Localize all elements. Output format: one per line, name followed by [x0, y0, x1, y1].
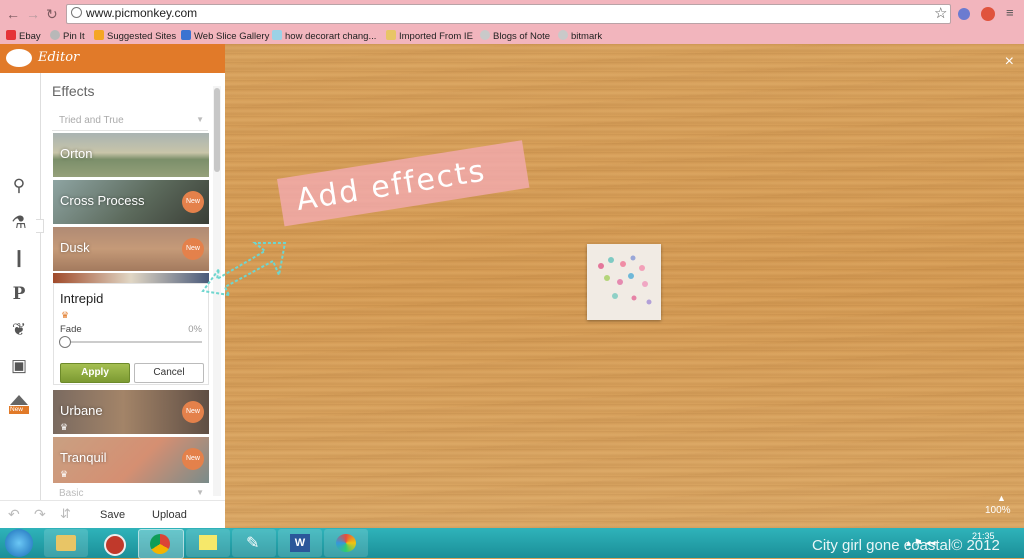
bookmark-suggested-sites[interactable]: Suggested Sites: [94, 30, 176, 42]
folder-icon: [386, 30, 396, 40]
page-icon: [71, 7, 82, 18]
pen-icon: ✎: [246, 535, 260, 552]
address-bar[interactable]: [66, 4, 951, 24]
tried-and-true-dropdown[interactable]: Tried and True ▼: [52, 112, 208, 131]
word-icon: W: [290, 534, 310, 552]
history-icon[interactable]: ⇵: [60, 506, 71, 522]
web-slice-icon: [181, 30, 191, 40]
effects-title: Effects: [52, 83, 95, 99]
touch-up-lipstick-icon[interactable]: ❙: [9, 248, 29, 268]
media-icon: [104, 534, 126, 556]
annotation-arrow-icon: [201, 242, 287, 297]
extension-icon[interactable]: [958, 8, 970, 20]
basic-edits-icon[interactable]: ⚲: [9, 176, 29, 196]
taskbar-chrome[interactable]: [138, 529, 184, 559]
editor-bottom-bar: ↶ ↷ ⇵ Save Upload: [0, 500, 225, 529]
forward-icon[interactable]: →: [26, 6, 40, 22]
crown-icon: ♛: [60, 469, 69, 479]
taskbar-word[interactable]: W: [278, 529, 322, 557]
taskbar-notes[interactable]: [186, 529, 230, 557]
effect-item-orton[interactable]: Orton: [53, 133, 209, 177]
fade-slider-knob[interactable]: [59, 336, 71, 348]
new-badge: New: [182, 401, 204, 423]
windows-taskbar: ✎ W ▴ ⚑ ◂◂ 21:35 City girl gone coastal©…: [0, 528, 1024, 559]
bookmark-blogs-of-note[interactable]: Blogs of Note: [480, 30, 550, 42]
stumbleupon-icon[interactable]: [981, 7, 995, 21]
taskbar-explorer[interactable]: [44, 529, 88, 557]
paint-palette-icon: [336, 534, 356, 552]
sidebar-scrollbar-thumb[interactable]: [214, 88, 220, 172]
globe-icon: [558, 30, 568, 40]
url-text[interactable]: www.picmonkey.com: [86, 6, 197, 20]
ebay-icon: [6, 30, 16, 40]
annotation-tape: Add effects: [277, 140, 530, 227]
bookmark-bitmark[interactable]: bitmark: [558, 30, 602, 42]
upload-button[interactable]: Upload: [152, 509, 187, 521]
chevron-down-icon: ▼: [196, 115, 204, 124]
menu-icon[interactable]: ≡: [1006, 5, 1014, 20]
effect-item-urbane[interactable]: Urbane New ♛: [53, 390, 209, 434]
pin-icon: [50, 30, 60, 40]
chrome-icon: [150, 534, 170, 554]
taskbar-media[interactable]: [92, 529, 136, 557]
photo-thumbnail[interactable]: [587, 244, 661, 320]
fade-value: 0%: [188, 324, 202, 335]
save-button[interactable]: Save: [100, 509, 125, 521]
apply-button[interactable]: Apply: [60, 363, 130, 383]
basic-dropdown[interactable]: Basic ▼: [52, 486, 208, 500]
watermark: City girl gone coastal© 2012: [812, 537, 1000, 554]
picmonkey-logo-icon: [6, 49, 32, 67]
effect-item-cross-process[interactable]: Cross Process New: [53, 180, 209, 224]
effect-item-dusk[interactable]: Dusk New: [53, 227, 209, 271]
editor-header: Editor: [0, 44, 225, 73]
start-button-icon[interactable]: [5, 529, 33, 557]
diy-icon: [272, 30, 282, 40]
crown-icon: ♛: [61, 310, 70, 320]
taskbar-paint[interactable]: [324, 529, 368, 557]
tool-column: ⚲ ⚗ ❙ P ❦ ▣ New: [0, 73, 44, 528]
chevron-down-icon: ▼: [196, 488, 204, 497]
new-badge: New: [182, 448, 204, 470]
bookmark-ebay[interactable]: Ebay: [6, 30, 41, 42]
zoom-up-icon[interactable]: ▲: [997, 493, 1006, 503]
bookmark-decorart[interactable]: how decorart chang...: [272, 30, 376, 42]
crown-icon: ♛: [60, 422, 69, 432]
undo-icon[interactable]: ↶: [8, 506, 20, 523]
suggested-sites-icon: [94, 30, 104, 40]
redo-icon[interactable]: ↷: [34, 506, 46, 523]
cancel-button[interactable]: Cancel: [134, 363, 204, 383]
globe-icon: [480, 30, 490, 40]
taskbar-live-writer[interactable]: ✎: [232, 529, 276, 557]
textures-new-icon[interactable]: New: [8, 393, 30, 415]
frames-icon[interactable]: ▣: [9, 356, 29, 376]
bookmark-pin-it[interactable]: Pin It: [50, 30, 85, 42]
new-badge: New: [182, 191, 204, 213]
fade-slider-track[interactable]: [64, 341, 202, 343]
zoom-level[interactable]: 100%: [985, 505, 1011, 516]
close-icon[interactable]: ×: [1005, 53, 1014, 71]
effect-item-intrepid-thumb: [53, 273, 209, 283]
overlays-icon[interactable]: ❦: [9, 320, 29, 340]
sticky-notes-icon: [199, 535, 217, 550]
back-icon[interactable]: ←: [6, 6, 20, 22]
reload-icon[interactable]: ↻: [46, 6, 58, 23]
star-icon[interactable]: ☆: [934, 4, 947, 22]
bookmark-imported-ie[interactable]: Imported From IE: [386, 30, 473, 42]
text-icon[interactable]: P: [9, 284, 29, 304]
folder-icon: [56, 535, 76, 551]
intrepid-settings-panel: Intrepid ♛ Fade 0% Apply Cancel: [53, 283, 209, 385]
browser-chrome: ← → ↻ www.picmonkey.com ☆ ≡ Ebay Pin It …: [0, 0, 1024, 44]
effects-flask-icon[interactable]: ⚗: [9, 213, 29, 233]
editor-title: Editor: [38, 50, 80, 65]
panel-title: Intrepid: [60, 291, 104, 306]
bookmarks-bar: Ebay Pin It Suggested Sites Web Slice Ga…: [0, 27, 1024, 44]
wood-canvas: × Add effects ▲ 100%: [201, 44, 1024, 528]
bookmark-web-slice[interactable]: Web Slice Gallery: [181, 30, 269, 42]
fade-label: Fade: [60, 324, 82, 335]
add-effects-annotation: Add effects: [293, 153, 489, 218]
effect-item-tranquil[interactable]: Tranquil New ♛: [53, 437, 209, 483]
active-tool-pointer: [36, 219, 44, 233]
